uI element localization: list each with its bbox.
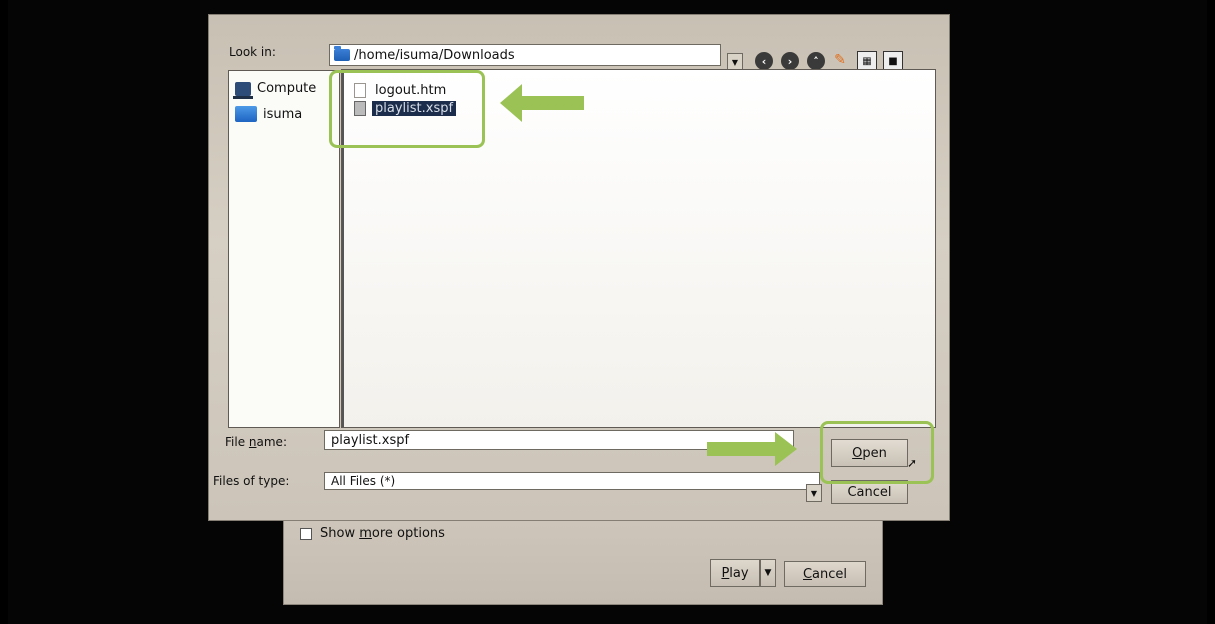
- play-button[interactable]: Play: [710, 559, 760, 587]
- files-of-type-label: Files of type:: [213, 474, 290, 488]
- left-arrow-icon: [500, 84, 584, 122]
- chevron-down-icon: ▼: [731, 57, 739, 67]
- chevron-down-icon: ▼: [810, 488, 818, 498]
- sidebar-item-computer[interactable]: Compute: [233, 81, 317, 99]
- sidebar-item-isuma[interactable]: isuma: [235, 106, 302, 122]
- sidebar-item-label: isuma: [263, 106, 303, 122]
- dialog-cancel-button[interactable]: Cancel: [784, 561, 866, 587]
- computer-icon: [233, 81, 253, 99]
- new-folder-icon[interactable]: ✎: [831, 51, 849, 69]
- show-more-options-row[interactable]: Show more options: [300, 526, 445, 541]
- open-highlight-box: [820, 421, 934, 484]
- show-more-options-checkbox[interactable]: [300, 527, 312, 540]
- show-more-options-label: Show more options: [320, 526, 445, 541]
- detail-view-icon[interactable]: ■: [883, 51, 903, 71]
- file-highlight-box: [329, 70, 485, 148]
- back-icon[interactable]: ‹: [755, 52, 773, 70]
- files-of-type-combo[interactable]: All Files (*): [324, 472, 820, 490]
- play-dropdown-arrow[interactable]: ▼: [760, 559, 776, 587]
- up-directory-icon[interactable]: ˄: [807, 52, 825, 70]
- forward-icon[interactable]: ›: [781, 52, 799, 70]
- folder-icon: [334, 46, 350, 61]
- right-arrow-icon: [707, 432, 797, 466]
- folder-icon: [235, 106, 257, 122]
- places-sidebar: Compute isuma: [228, 70, 340, 428]
- look-in-label: Look in:: [229, 45, 276, 59]
- path-text: /home/isuma/Downloads: [354, 47, 515, 63]
- file-name-label: File name:: [225, 435, 287, 449]
- chevron-down-icon: ▼: [764, 568, 772, 578]
- file-type-dropdown-button[interactable]: ▼: [806, 484, 822, 502]
- look-in-path-combo[interactable]: /home/isuma/Downloads: [329, 44, 721, 66]
- list-view-icon[interactable]: ▦: [857, 51, 877, 71]
- sidebar-item-label: Compute: [257, 81, 317, 96]
